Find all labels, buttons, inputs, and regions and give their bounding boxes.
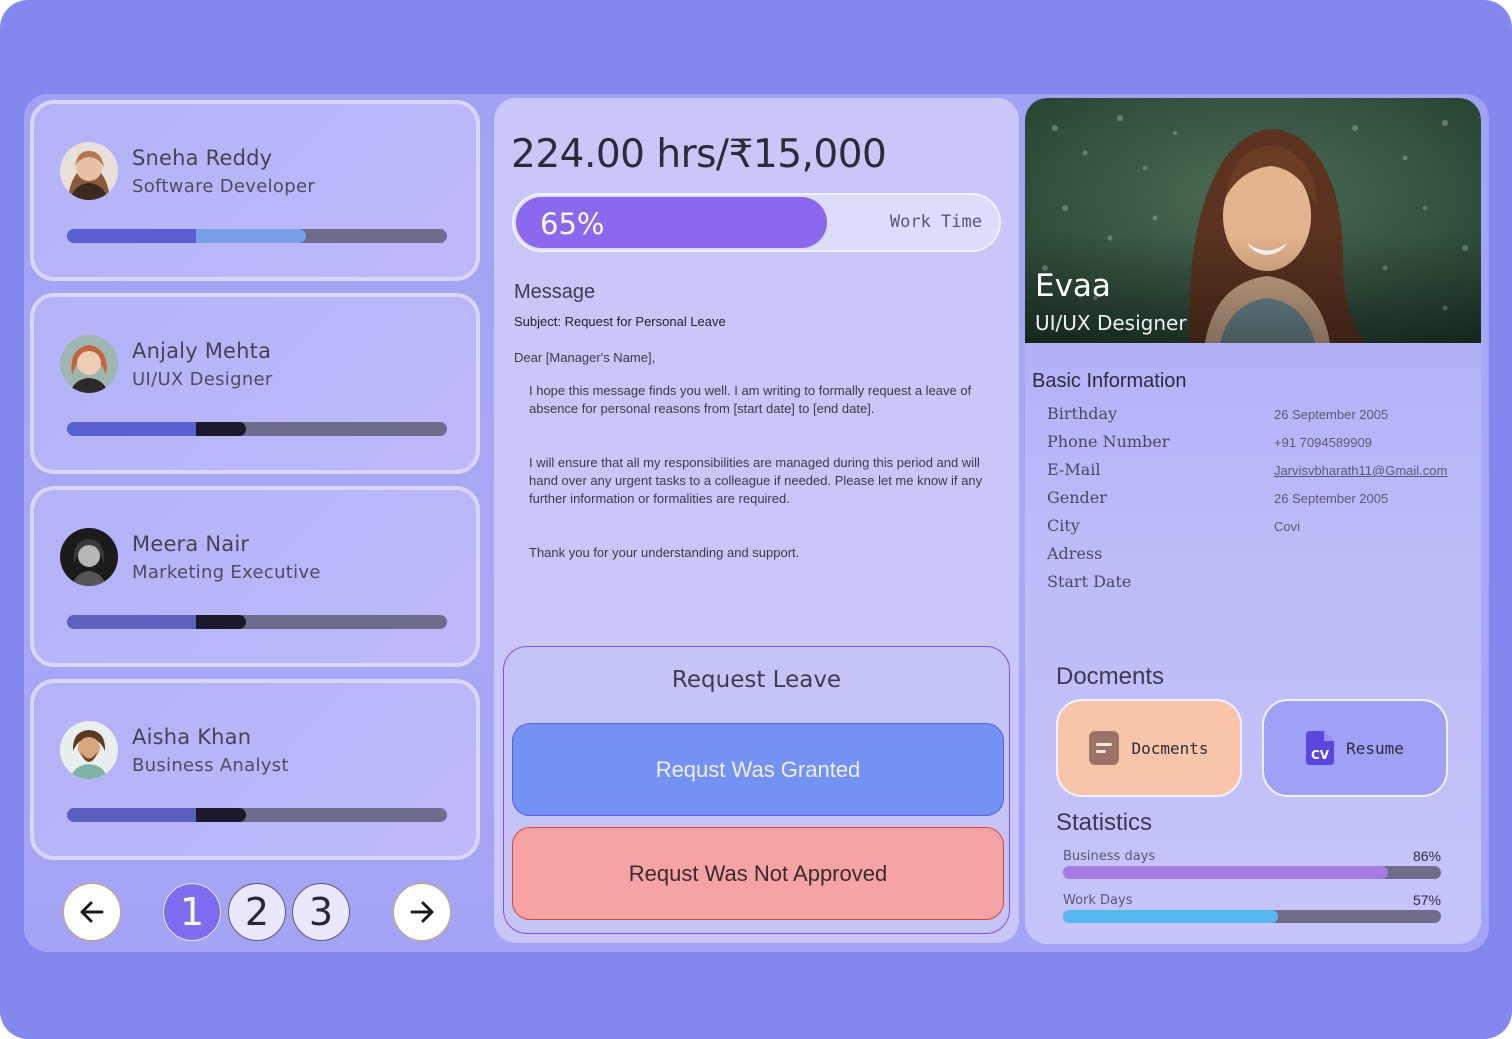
stat-value-work-days: 57%	[1412, 892, 1441, 908]
info-value-phone: +91 7094589909	[1274, 435, 1372, 450]
avatar	[60, 528, 118, 586]
cv-file-icon: CV	[1306, 731, 1335, 765]
documents-title: Docments	[1056, 663, 1165, 690]
page-button-2[interactable]: 2	[228, 883, 286, 941]
request-granted-button[interactable]: Requst Was Granted	[512, 723, 1004, 816]
employee-role: UI/UX Designer	[132, 369, 273, 390]
employee-card-aisha-khan[interactable]: Aisha Khan Business Analyst	[30, 679, 480, 860]
employee-card-sneha-reddy[interactable]: Sneha Reddy Software Developer	[30, 100, 480, 281]
info-value-gender: 26 September 2005	[1274, 491, 1389, 506]
employee-name: Aisha Khan	[132, 725, 252, 749]
message-paragraph: I will ensure that all my responsibiliti…	[529, 455, 983, 506]
arrow-right-icon	[410, 901, 434, 923]
progress-segment-primary	[67, 422, 197, 436]
profile-photo	[1025, 98, 1481, 343]
info-label-address: Adress	[1047, 544, 1103, 563]
progress-segment-primary	[67, 615, 197, 629]
info-label-city: City	[1047, 516, 1080, 535]
info-label-start-date: Start Date	[1047, 572, 1132, 591]
basic-information-title: Basic Information	[1032, 370, 1187, 392]
info-label-phone: Phone Number	[1047, 432, 1170, 451]
document-icon	[1089, 731, 1120, 765]
employee-card-anjaly-mehta[interactable]: Anjaly Mehta UI/UX Designer	[30, 293, 480, 474]
statistics-title: Statistics	[1056, 809, 1153, 836]
employee-progress-bar	[67, 615, 447, 629]
stat-bar-fill	[1063, 866, 1389, 879]
avatar	[60, 335, 118, 393]
message-paragraph: Thank you for your understanding and sup…	[529, 545, 800, 560]
message-title: Message	[514, 281, 596, 303]
avatar	[60, 721, 118, 779]
employee-progress-bar	[67, 808, 447, 822]
message-paragraph: I hope this message finds you well. I am…	[529, 383, 972, 416]
prev-page-button[interactable]	[63, 883, 121, 941]
profile-role: UI/UX Designer	[1035, 311, 1187, 335]
progress-segment-secondary	[196, 615, 246, 629]
request-leave-box: Request Leave Requst Was Granted Requst …	[503, 646, 1010, 934]
progress-segment-secondary	[196, 229, 307, 243]
resume-label: Resume	[1346, 738, 1404, 758]
progress-segment-secondary	[196, 422, 246, 436]
svg-text:CV: CV	[1311, 748, 1330, 762]
work-time-progress: 65% Work Time	[512, 193, 1001, 252]
work-message-panel: 224.00 hrs/₹15,000 65% Work Time Message…	[494, 98, 1019, 943]
employee-role: Business Analyst	[132, 755, 289, 776]
info-value-email[interactable]: Jarvisvbharath11@Gmail.com	[1274, 463, 1447, 478]
resume-button[interactable]: CV Resume	[1262, 699, 1448, 797]
work-time-label: Work Time	[889, 212, 982, 232]
info-label-gender: Gender	[1047, 488, 1107, 507]
info-label-email: E-Mail	[1047, 460, 1101, 479]
info-value-city: Covi	[1274, 519, 1301, 534]
employee-name: Anjaly Mehta	[132, 339, 272, 363]
documents-button[interactable]: Docments	[1056, 699, 1242, 797]
stat-label-business-days: Business days	[1063, 849, 1156, 864]
message-subject: Subject: Request for Personal Leave	[514, 314, 726, 329]
documents-label: Docments	[1131, 738, 1209, 758]
arrow-left-icon	[80, 901, 104, 923]
employee-card-meera-nair[interactable]: Meera Nair Marketing Executive	[30, 486, 480, 667]
info-value-birthday: 26 September 2005	[1274, 407, 1389, 422]
stat-value-business-days: 86%	[1412, 848, 1441, 864]
page-button-3[interactable]: 3	[292, 883, 350, 941]
avatar	[60, 142, 118, 200]
stat-bar-business-days	[1063, 866, 1441, 879]
employee-progress-bar	[67, 229, 447, 243]
request-leave-title: Request Leave	[671, 667, 842, 693]
app-frame: Sneha Reddy Software Developer Anjaly Me…	[0, 0, 1512, 1039]
progress-segment-primary	[67, 808, 197, 822]
progress-segment-secondary	[196, 808, 246, 822]
message-greeting: Dear [Manager's Name],	[514, 350, 656, 365]
stat-label-work-days: Work Days	[1063, 893, 1133, 908]
stat-bar-fill	[1063, 910, 1279, 923]
request-not-approved-button[interactable]: Requst Was Not Approved	[512, 827, 1004, 920]
work-hours-salary: 224.00 hrs/₹15,000	[511, 132, 887, 177]
next-page-button[interactable]	[393, 883, 451, 941]
profile-panel: Evaa UI/UX Designer Basic Information Bi…	[1025, 98, 1481, 944]
stat-bar-work-days	[1063, 910, 1441, 923]
employee-role: Software Developer	[132, 176, 316, 197]
employee-progress-bar	[67, 422, 447, 436]
employee-role: Marketing Executive	[132, 562, 321, 583]
work-time-percent: 65%	[540, 207, 605, 241]
employee-name: Sneha Reddy	[132, 146, 273, 170]
info-label-birthday: Birthday	[1047, 404, 1118, 423]
progress-segment-primary	[67, 229, 197, 243]
page-button-1[interactable]: 1	[163, 883, 221, 941]
profile-name: Evaa	[1035, 268, 1111, 304]
employee-name: Meera Nair	[132, 532, 250, 556]
work-time-progress-fill: 65%	[516, 197, 828, 248]
